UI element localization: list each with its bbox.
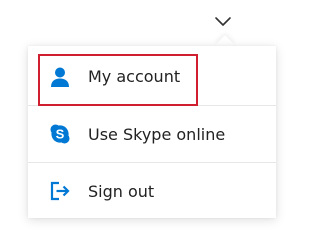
account-menu: My account S Use Skype online Sign out — [28, 35, 276, 218]
svg-text:S: S — [56, 127, 65, 142]
menu-item-my-account[interactable]: My account — [28, 48, 276, 105]
menu-item-label: My account — [88, 67, 181, 86]
menu-item-label: Use Skype online — [88, 124, 226, 144]
sign-out-icon — [48, 179, 72, 203]
chevron-down-icon[interactable] — [214, 16, 232, 28]
menu-item-label: Sign out — [88, 181, 155, 201]
person-icon — [48, 65, 72, 89]
skype-icon: S — [48, 122, 72, 146]
menu-panel: My account S Use Skype online Sign out — [28, 46, 276, 218]
page: My account S Use Skype online Sign out — [0, 0, 300, 251]
menu-item-use-skype-online[interactable]: S Use Skype online — [28, 105, 276, 162]
menu-item-sign-out[interactable]: Sign out — [28, 162, 276, 219]
